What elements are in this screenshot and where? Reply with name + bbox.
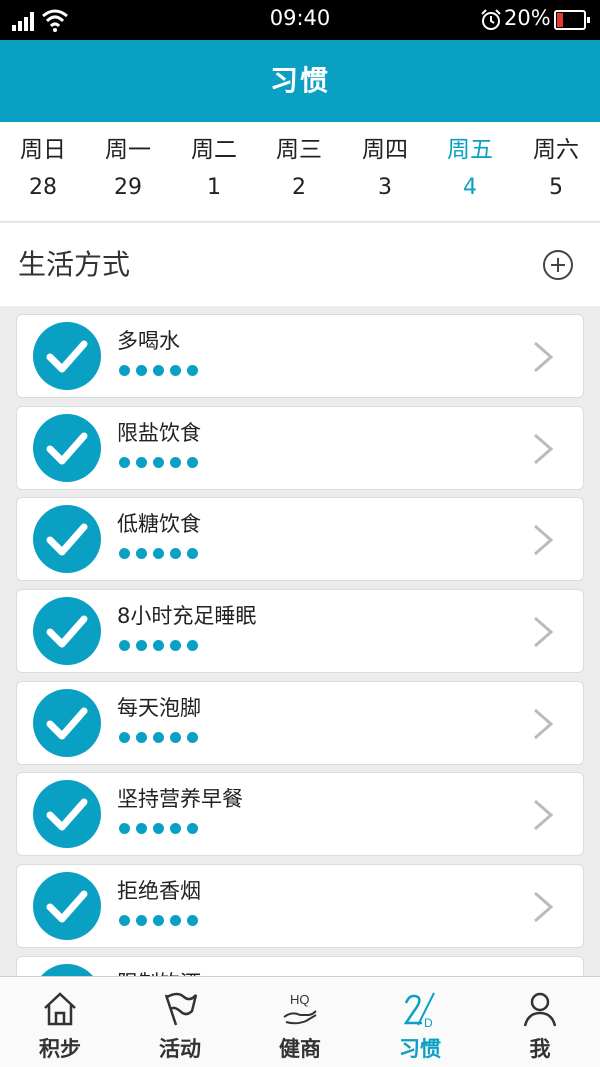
checkmark-icon[interactable] xyxy=(33,414,101,482)
tab-jibu[interactable]: 积步 xyxy=(0,977,120,1067)
habit-label: 每天泡脚 xyxy=(117,696,201,720)
day-name: 周日 xyxy=(20,137,66,163)
page-title: 习惯 xyxy=(269,64,330,97)
day-thursday[interactable]: 周四 3 xyxy=(342,130,428,206)
day-date: 3 xyxy=(378,175,392,200)
day-friday[interactable]: 周五 4 xyxy=(427,130,513,206)
section-title: 生活方式 xyxy=(18,248,131,281)
rating-dots xyxy=(119,911,204,926)
chevron-right-icon xyxy=(534,524,554,556)
header: 习惯 xyxy=(0,40,600,122)
day-date: 29 xyxy=(114,175,142,200)
day-monday[interactable]: 周一 29 xyxy=(85,130,171,206)
chevron-right-icon xyxy=(534,708,554,740)
tab-xiguan[interactable]: D 习惯 xyxy=(360,977,480,1067)
habit-label: 坚持营养早餐 xyxy=(117,787,243,811)
day-wednesday[interactable]: 周三 2 xyxy=(256,130,342,206)
tab-label: 活动 xyxy=(159,1037,201,1061)
habit-label: 限制饮酒 xyxy=(117,967,201,976)
day-date: 4 xyxy=(463,175,477,200)
checkmark-icon[interactable] xyxy=(33,322,101,390)
tab-huodong[interactable]: 活动 xyxy=(120,977,240,1067)
tab-label: 积步 xyxy=(39,1037,81,1061)
chevron-right-icon xyxy=(534,433,554,465)
rating-dots xyxy=(119,636,204,651)
day-date: 2 xyxy=(292,175,306,200)
rating-dots xyxy=(119,544,204,559)
habit-item[interactable]: 8小时充足睡眠 xyxy=(16,589,584,673)
alarm-icon xyxy=(481,9,501,30)
rating-dots xyxy=(119,728,204,743)
status-bar: 09:40 20% xyxy=(0,0,600,40)
rating-dots xyxy=(119,453,204,468)
day-date: 5 xyxy=(549,175,563,200)
day-name: 周六 xyxy=(533,137,579,163)
svg-text:HQ: HQ xyxy=(290,992,310,1007)
habit-label: 限盐饮食 xyxy=(117,421,201,445)
rating-dots xyxy=(119,819,204,834)
checkmark-icon[interactable] xyxy=(33,689,101,757)
day-date: 1 xyxy=(207,175,221,200)
day-saturday[interactable]: 周六 5 xyxy=(513,130,599,206)
tab-label: 我 xyxy=(529,1037,551,1061)
person-icon xyxy=(523,992,557,1027)
habit-2d-icon: D xyxy=(403,992,435,1029)
chevron-right-icon xyxy=(534,616,554,648)
day-name: 周四 xyxy=(362,137,408,163)
checkmark-icon[interactable] xyxy=(33,780,101,848)
checkmark-icon[interactable] xyxy=(33,964,101,976)
habit-item[interactable]: 坚持营养早餐 xyxy=(16,772,584,856)
habit-label: 多喝水 xyxy=(117,329,180,353)
checkmark-icon[interactable] xyxy=(33,872,101,940)
tab-label: 习惯 xyxy=(399,1037,441,1061)
tab-jianshang[interactable]: HQ 健商 xyxy=(240,977,360,1067)
tab-wo[interactable]: 我 xyxy=(480,977,600,1067)
habit-label: 拒绝香烟 xyxy=(117,879,201,903)
tab-label: 健商 xyxy=(279,1037,321,1061)
habit-label: 低糖饮食 xyxy=(117,512,201,536)
svg-text:D: D xyxy=(424,1016,433,1029)
day-name: 周二 xyxy=(191,137,237,163)
checkmark-icon[interactable] xyxy=(33,505,101,573)
day-date: 28 xyxy=(29,175,57,200)
rating-dots xyxy=(119,361,204,376)
bottom-tab-bar: 积步 活动 HQ 健商 D 习惯 我 xyxy=(0,976,600,1067)
battery-percent: 20% xyxy=(504,6,551,30)
habit-item[interactable]: 拒绝香烟 xyxy=(16,864,584,948)
habit-list[interactable]: 多喝水 限盐饮食 低糖饮食 8小时充足睡眠 每天泡脚 坚持营养早餐 拒绝香烟 xyxy=(0,306,600,976)
habit-item[interactable]: 每天泡脚 xyxy=(16,681,584,765)
checkmark-icon[interactable] xyxy=(33,597,101,665)
battery-icon xyxy=(554,10,590,30)
week-selector: 周日 28 周一 29 周二 1 周三 2 周四 3 周五 4 周六 5 xyxy=(0,122,600,222)
day-tuesday[interactable]: 周二 1 xyxy=(171,130,257,206)
habit-item[interactable]: 限盐饮食 xyxy=(16,406,584,490)
day-sunday[interactable]: 周日 28 xyxy=(0,130,86,206)
habit-item[interactable]: 低糖饮食 xyxy=(16,497,584,581)
flag-icon xyxy=(164,992,198,1026)
habit-item[interactable]: 限制饮酒 xyxy=(16,956,584,976)
hand-hq-icon: HQ xyxy=(283,992,317,1025)
day-name: 周五 xyxy=(447,137,493,163)
day-name: 周三 xyxy=(276,137,322,163)
plus-circle-icon[interactable] xyxy=(543,250,573,280)
habit-item[interactable]: 多喝水 xyxy=(16,314,584,398)
day-name: 周一 xyxy=(105,137,151,163)
chevron-right-icon xyxy=(534,891,554,923)
chevron-right-icon xyxy=(534,341,554,373)
house-icon xyxy=(44,992,76,1026)
chevron-right-icon xyxy=(534,799,554,831)
section-header: 生活方式 xyxy=(0,223,600,306)
habit-label: 8小时充足睡眠 xyxy=(117,604,257,628)
